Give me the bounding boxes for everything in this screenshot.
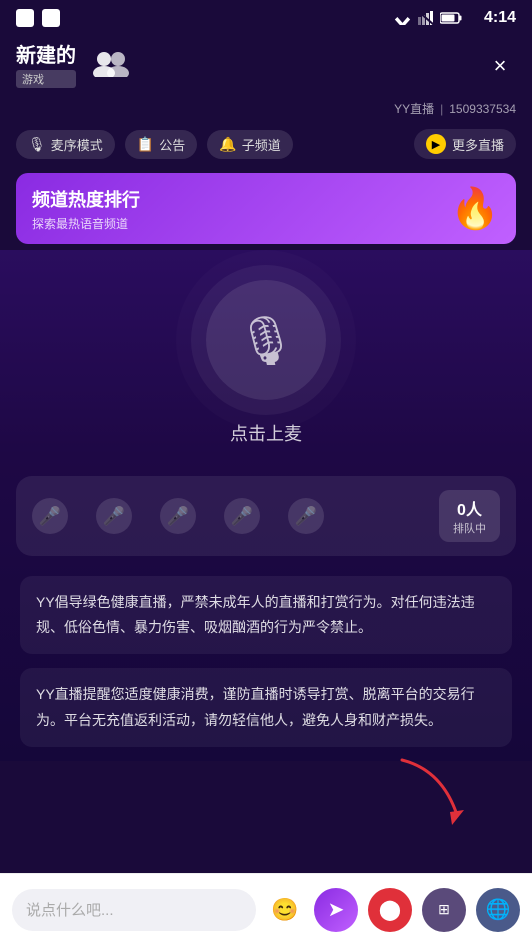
status-bar: 4:14	[0, 0, 532, 36]
queue-count: 0人	[453, 496, 486, 520]
red-button[interactable]: ⬤	[368, 888, 412, 932]
main-area: 🎙 点击上麦 🎤 🎤 🎤 🎤 🎤 0人 排队中 YY倡导绿色健康直播，严禁未成年…	[0, 250, 532, 761]
queue-mic-1[interactable]: 🎤	[32, 498, 68, 534]
fire-icon: 🔥	[450, 185, 500, 232]
status-left-icons	[16, 9, 60, 27]
status-right-icons	[394, 11, 462, 25]
mic-mode-label: 麦序模式	[51, 135, 103, 154]
queue-info: 0人 排队中	[439, 490, 500, 542]
notice-button[interactable]: 📋 公告	[125, 130, 197, 159]
sub-header-divider: |	[440, 102, 443, 116]
wifi-icon	[394, 11, 412, 25]
arrow-overlay	[392, 750, 472, 835]
subchannel-icon: 🔔	[219, 136, 236, 153]
red-icon: ⬤	[379, 897, 401, 922]
user-group-icon[interactable]	[92, 49, 130, 84]
toolbar: 🎙 麦序模式 📋 公告 🔔 子频道 ▶ 更多直播	[0, 123, 532, 167]
battery-icon	[440, 12, 462, 24]
header-left: 新建的 游戏	[16, 44, 130, 88]
notice-block-1: YY倡导绿色健康直播，严禁未成年人的直播和打赏行为。对任何违法违规、低俗色情、暴…	[20, 576, 512, 654]
notice-text-1: YY倡导绿色健康直播，严禁未成年人的直播和打赏行为。对任何违法违规、低俗色情、暴…	[36, 594, 475, 635]
signal-icon	[418, 11, 434, 25]
more-live-label: 更多直播	[452, 135, 504, 154]
emoji-button[interactable]: 😊	[266, 891, 304, 929]
queue-label: 排队中	[453, 520, 486, 536]
yy-live-label: YY直播	[394, 100, 434, 117]
banner-text: 频道热度排行 探索最热语音频道	[32, 186, 140, 232]
banner-subtitle: 探索最热语音频道	[32, 215, 140, 232]
chat-input-area[interactable]: 说点什么吧...	[12, 889, 256, 931]
subchannel-button[interactable]: 🔔 子频道	[207, 130, 292, 159]
arrow-svg	[392, 750, 472, 830]
notice-area: YY倡导绿色健康直播，严禁未成年人的直播和打赏行为。对任何违法违规、低俗色情、暴…	[16, 576, 516, 761]
mic-large-icon: 🎙	[236, 312, 297, 369]
status-square-2	[42, 9, 60, 27]
queue-mics: 🎤 🎤 🎤 🎤 🎤	[32, 498, 324, 534]
grid-button[interactable]: ⊞	[422, 888, 466, 932]
queue-mic-2[interactable]: 🎤	[96, 498, 132, 534]
header: 新建的 游戏 ×	[0, 36, 532, 98]
close-button[interactable]: ×	[484, 50, 516, 82]
channel-tag: 游戏	[16, 70, 76, 88]
earth-button[interactable]: 🌐	[476, 888, 520, 932]
banner-card[interactable]: 频道热度排行 探索最热语音频道 🔥	[16, 173, 516, 244]
more-live-dot: ▶	[426, 134, 446, 154]
queue-row: 🎤 🎤 🎤 🎤 🎤 0人 排队中	[16, 476, 516, 556]
status-square-1	[16, 9, 34, 27]
grid-icon: ⊞	[438, 901, 450, 918]
tap-to-mic-text: 点击上麦	[230, 420, 302, 446]
queue-mic-4[interactable]: 🎤	[224, 498, 260, 534]
bottom-bar: 说点什么吧... 😊 ➤ ⬤ ⊞ 🌐	[0, 873, 532, 945]
notice-text-2: YY直播提醒您适度健康消费，谨防直播时诱导打赏、脱离平台的交易行为。平台无充值返…	[36, 686, 475, 727]
sub-header: YY直播 | 1509337534	[0, 98, 532, 123]
banner-area: 频道热度排行 探索最热语音频道 🔥	[0, 167, 532, 250]
status-time: 4:14	[484, 9, 516, 27]
notice-block-2: YY直播提醒您适度健康消费，谨防直播时诱导打赏、脱离平台的交易行为。平台无充值返…	[20, 668, 512, 746]
mic-circle-button[interactable]: 🎙	[206, 280, 326, 400]
mic-mode-button[interactable]: 🎙 麦序模式	[16, 130, 115, 159]
send-button[interactable]: ➤	[314, 888, 358, 932]
more-live-button[interactable]: ▶ 更多直播	[414, 129, 516, 159]
subchannel-label: 子频道	[242, 135, 281, 154]
banner-title: 频道热度排行	[32, 186, 140, 212]
channel-name: 新建的	[16, 44, 76, 68]
send-icon: ➤	[328, 897, 345, 922]
notice-icon: 📋	[137, 136, 154, 153]
earth-icon: 🌐	[486, 897, 511, 922]
notice-label: 公告	[159, 135, 185, 154]
channel-info: 新建的 游戏	[16, 44, 76, 88]
mic-mode-icon: 🎙	[28, 136, 46, 153]
phone-number: 1509337534	[449, 102, 516, 116]
queue-mic-5[interactable]: 🎤	[288, 498, 324, 534]
chat-placeholder: 说点什么吧...	[26, 899, 114, 920]
queue-mic-3[interactable]: 🎤	[160, 498, 196, 534]
